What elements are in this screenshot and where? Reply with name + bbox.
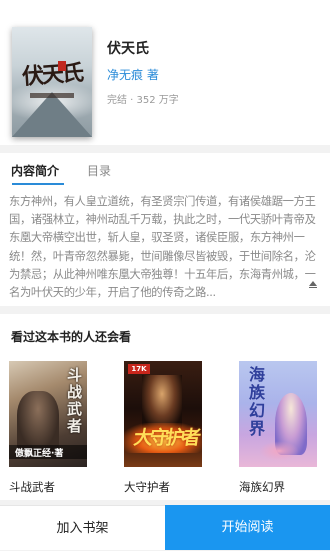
book-author[interactable]: 净无痕 著 <box>107 66 159 83</box>
tab-catalog[interactable]: 目录 <box>87 162 111 179</box>
recommend-cover[interactable]: 海族幻界 <box>239 361 317 467</box>
intro-section: 内容简介 目录 东方神州，有人皇立道统，有圣贤宗门传道，有诸侯雄踞一方王国，诸强… <box>0 153 330 306</box>
action-bar: 加入书架 开始阅读 <box>0 505 330 550</box>
recommend-item[interactable]: 海族幻界 海族幻界 <box>239 361 317 495</box>
tab-intro[interactable]: 内容简介 <box>11 162 59 179</box>
recommend-section: 看过这本书的人还会看 斗战武者 傲飘正经·著 斗战武者 17K 大守护者 大守护… <box>0 314 330 500</box>
book-status: 完结 · 352 万字 <box>107 95 179 106</box>
cover-title: 大守护者 <box>132 427 200 449</box>
add-to-shelf-button[interactable]: 加入书架 <box>0 505 165 550</box>
recommend-name[interactable]: 斗战武者 <box>9 479 87 495</box>
recommend-cover[interactable]: 斗战武者 傲飘正经·著 <box>9 361 87 467</box>
intro-text: 东方神州，有人皇立道统，有圣贤宗门传道，有诸侯雄踞一方王国，诸强林立，神州动乱千… <box>9 195 316 300</box>
cover-author: 傲飘正经·著 <box>15 449 64 459</box>
tab-indicator <box>12 183 64 185</box>
recommend-cover[interactable]: 17K 大守护者 <box>124 361 202 467</box>
expand-icon[interactable] <box>309 281 317 288</box>
cover-title: 斗战武者 <box>67 366 83 435</box>
recommend-item[interactable]: 斗战武者 傲飘正经·著 斗战武者 <box>9 361 87 495</box>
recommend-item[interactable]: 17K 大守护者 大守护者 <box>124 361 202 495</box>
recommend-title: 看过这本书的人还会看 <box>11 330 132 344</box>
book-header: 伏天氏 伏天氏 净无痕 著 完结 · 352 万字 <box>0 0 330 145</box>
cover-seal-icon <box>58 61 66 71</box>
start-reading-button[interactable]: 开始阅读 <box>165 505 330 550</box>
cover-title: 海族幻界 <box>249 365 266 438</box>
recommend-name[interactable]: 海族幻界 <box>239 479 317 495</box>
cover-logo: 17K <box>128 364 150 374</box>
book-title: 伏天氏 <box>107 41 149 57</box>
book-cover[interactable]: 伏天氏 <box>12 27 92 137</box>
book-cover-title: 伏天氏 <box>21 59 83 91</box>
recommend-name[interactable]: 大守护者 <box>124 479 202 495</box>
